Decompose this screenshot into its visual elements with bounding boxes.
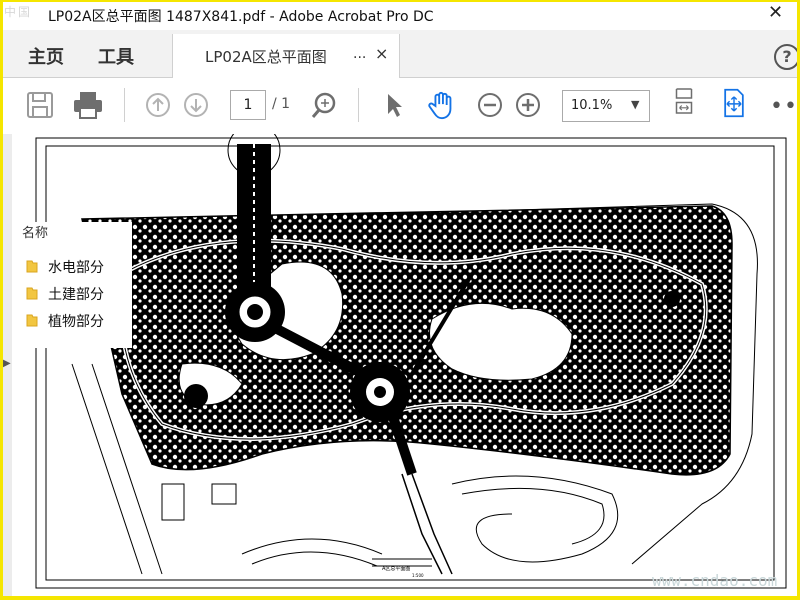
tab-bar: 主页 工具 LP02A区总平面图 ... × ? bbox=[0, 30, 800, 78]
zoom-in-icon[interactable] bbox=[514, 90, 542, 120]
print-icon[interactable] bbox=[72, 90, 104, 120]
previous-page-icon[interactable] bbox=[144, 90, 172, 120]
folder-icon bbox=[26, 314, 38, 327]
bookmark-label: 水电部分 bbox=[48, 260, 104, 276]
navigation-pane-strip[interactable]: ▶ bbox=[3, 134, 12, 596]
bookmark-label: 土建部分 bbox=[48, 287, 104, 303]
toolbar-separator bbox=[358, 88, 359, 122]
bookmarks-header: 名称 bbox=[22, 226, 49, 241]
window-title: LP02A区总平面图 1487X841.pdf - Adobe Acrobat … bbox=[48, 9, 434, 25]
watermark: www.cndao.com bbox=[652, 571, 778, 590]
toolbar-separator bbox=[124, 88, 125, 122]
site-plan-drawing bbox=[35, 134, 787, 589]
nav-tools-tab[interactable]: 工具 bbox=[98, 43, 134, 69]
chevron-down-icon: ▼ bbox=[631, 98, 640, 111]
app-icon: 中国 bbox=[4, 5, 33, 19]
drawing-scale: 1:500 bbox=[412, 573, 424, 578]
folder-icon bbox=[26, 287, 38, 300]
document-tab-ellipsis: ... bbox=[353, 46, 367, 62]
document-view[interactable]: A区总平面图 1:500 bbox=[12, 134, 797, 596]
folder-icon bbox=[26, 260, 38, 273]
nav-home-tab[interactable]: 主页 bbox=[28, 43, 64, 69]
expand-pane-icon[interactable]: ▶ bbox=[3, 358, 11, 369]
bookmark-label: 植物部分 bbox=[48, 314, 104, 330]
zoom-search-icon[interactable] bbox=[310, 90, 338, 120]
full-screen-icon[interactable] bbox=[720, 88, 748, 118]
next-page-icon[interactable] bbox=[182, 90, 210, 120]
zoom-out-icon[interactable] bbox=[476, 90, 504, 120]
window-close-button[interactable]: ✕ bbox=[768, 2, 783, 23]
fit-page-icon[interactable] bbox=[670, 86, 698, 116]
document-tab[interactable]: LP02A区总平面图 ... × bbox=[172, 34, 400, 78]
page-number-input[interactable]: 1 bbox=[230, 90, 266, 120]
hand-tool-icon[interactable] bbox=[426, 90, 458, 120]
bookmarks-panel: 名称 水电部分 土建部分 植物部分 bbox=[20, 222, 132, 348]
help-icon[interactable]: ? bbox=[774, 44, 800, 70]
save-icon[interactable] bbox=[26, 90, 54, 120]
page-total: / 1 bbox=[272, 96, 291, 112]
title-bar: 中国 LP02A区总平面图 1487X841.pdf - Adobe Acrob… bbox=[0, 0, 800, 30]
zoom-level-value: 10.1% bbox=[571, 98, 613, 113]
toolbar: 1 / 1 10.1% ▼ ••• bbox=[0, 78, 800, 135]
drawing-title: A区总平面图 bbox=[382, 566, 411, 572]
select-tool-icon[interactable] bbox=[384, 90, 404, 120]
zoom-level-dropdown[interactable]: 10.1% ▼ bbox=[562, 90, 650, 122]
more-tools-icon[interactable]: ••• bbox=[770, 94, 800, 119]
document-tab-label: LP02A区总平面图 bbox=[205, 48, 327, 66]
document-tab-close-button[interactable]: × bbox=[375, 44, 388, 63]
